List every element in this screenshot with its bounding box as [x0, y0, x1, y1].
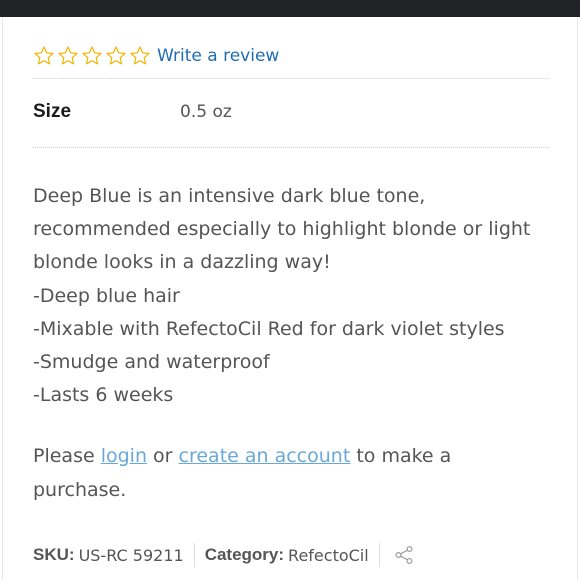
write-review-link[interactable]: Write a review	[157, 46, 279, 66]
size-value: 0.5 oz	[180, 102, 232, 122]
purchase-suffix: to make a	[350, 445, 452, 467]
frame-border-right	[577, 17, 578, 580]
size-label: Size	[33, 101, 72, 122]
description-line: -Lasts 6 weeks	[33, 384, 174, 407]
sku-label: SKU:	[33, 545, 75, 564]
description-line: -Deep blue hair	[33, 284, 180, 307]
meta-separator	[378, 543, 380, 567]
divider	[33, 78, 548, 79]
description-line: blonde looks in a dazzling way!	[33, 251, 331, 274]
divider	[33, 147, 548, 148]
size-attribute-row: Size 0.5 oz	[33, 97, 548, 127]
purchase-suffix-end: purchase.	[33, 478, 127, 501]
share-icon[interactable]	[393, 544, 415, 566]
star-rating[interactable]	[33, 45, 153, 67]
purchase-prefix: Please	[33, 445, 101, 467]
top-bar	[0, 0, 580, 17]
description-line: Deep Blue is an intensive dark blue tone…	[33, 185, 426, 207]
sku-value: US-RC 59211	[78, 545, 184, 565]
description-line: -Smudge and waterproof	[33, 351, 270, 374]
purchase-middle: or	[147, 445, 179, 467]
star-icon[interactable]	[81, 45, 103, 67]
star-icon[interactable]	[129, 45, 151, 67]
login-link[interactable]: login	[101, 445, 147, 467]
description-line: recommended especially to highlight blon…	[33, 218, 531, 241]
create-account-link[interactable]: create an account	[179, 445, 351, 467]
category-label: Category:	[204, 545, 285, 564]
category-link[interactable]: RefectoCil	[288, 546, 369, 565]
frame-border-left	[2, 17, 3, 580]
description-line: -Mixable with RefectoCil Red for dark vi…	[33, 317, 505, 340]
product-meta: SKU: US-RC 59211 Category: RefectoCil	[33, 541, 415, 569]
rating-row: Write a review	[33, 42, 279, 70]
star-icon[interactable]	[33, 45, 55, 67]
star-icon[interactable]	[57, 45, 79, 67]
meta-separator	[193, 543, 195, 567]
purchase-notice: Please login or create an account to mak…	[33, 440, 553, 507]
star-icon[interactable]	[105, 45, 127, 67]
product-description: Deep Blue is an intensive dark blue tone…	[33, 180, 553, 412]
